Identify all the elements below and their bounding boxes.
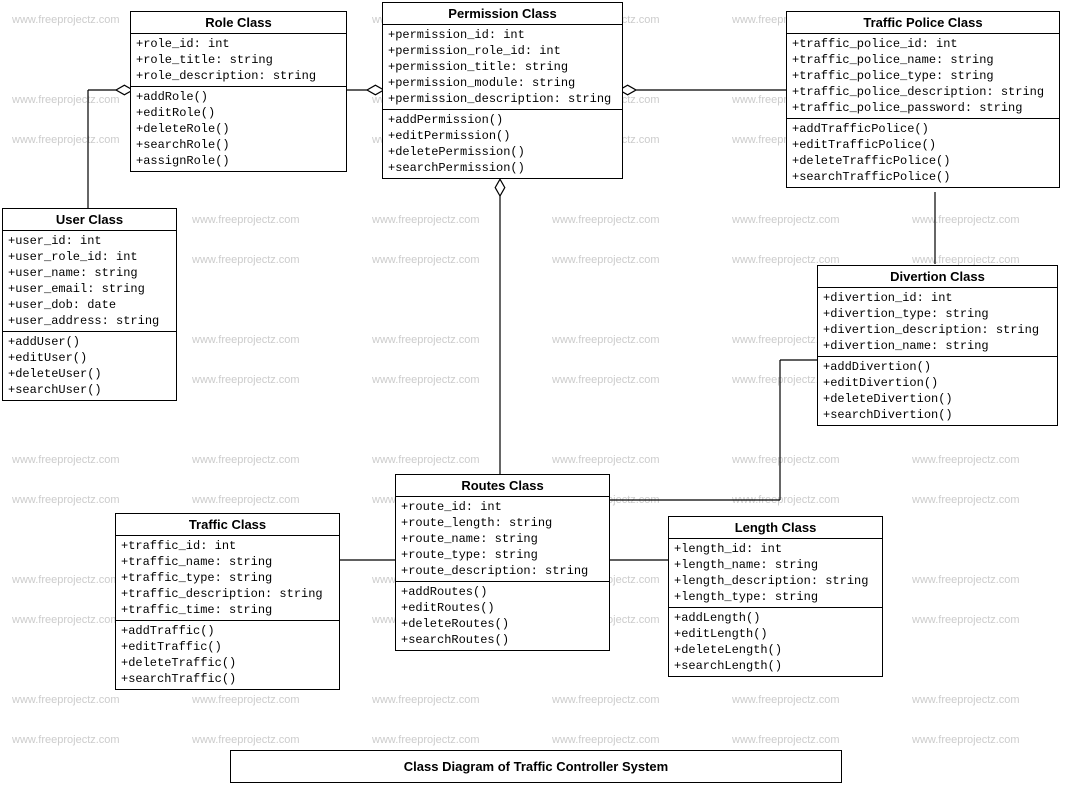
watermark-text: www.freeprojectz.com xyxy=(12,454,120,466)
class-methods: +addRole()+editRole()+deleteRole()+searc… xyxy=(131,87,346,171)
class-title: Traffic Police Class xyxy=(787,12,1059,34)
watermark-text: www.freeprojectz.com xyxy=(732,694,840,706)
class-length: Length Class +length_id: int+length_name… xyxy=(668,516,883,677)
class-methods: +addPermission()+editPermission()+delete… xyxy=(383,110,622,178)
watermark-text: www.freeprojectz.com xyxy=(12,694,120,706)
class-attributes: +user_id: int+user_role_id: int+user_nam… xyxy=(3,231,176,332)
watermark-text: www.freeprojectz.com xyxy=(372,254,480,266)
class-attributes: +route_id: int+route_length: string+rout… xyxy=(396,497,609,582)
class-user: User Class +user_id: int+user_role_id: i… xyxy=(2,208,177,401)
watermark-text: www.freeprojectz.com xyxy=(192,494,300,506)
class-attributes: +traffic_id: int+traffic_name: string+tr… xyxy=(116,536,339,621)
class-attributes: +permission_id: int+permission_role_id: … xyxy=(383,25,622,110)
diagram-caption: Class Diagram of Traffic Controller Syst… xyxy=(230,750,842,783)
watermark-text: www.freeprojectz.com xyxy=(912,694,1020,706)
watermark-text: www.freeprojectz.com xyxy=(12,134,120,146)
watermark-text: www.freeprojectz.com xyxy=(372,214,480,226)
watermark-text: www.freeprojectz.com xyxy=(552,334,660,346)
watermark-text: www.freeprojectz.com xyxy=(552,214,660,226)
watermark-text: www.freeprojectz.com xyxy=(12,14,120,26)
class-trafficpolice: Traffic Police Class +traffic_police_id:… xyxy=(786,11,1060,188)
watermark-text: www.freeprojectz.com xyxy=(372,334,480,346)
watermark-text: www.freeprojectz.com xyxy=(12,94,120,106)
watermark-text: www.freeprojectz.com xyxy=(12,494,120,506)
watermark-text: www.freeprojectz.com xyxy=(552,454,660,466)
watermark-text: www.freeprojectz.com xyxy=(12,574,120,586)
class-role: Role Class +role_id: int+role_title: str… xyxy=(130,11,347,172)
watermark-text: www.freeprojectz.com xyxy=(372,374,480,386)
watermark-text: www.freeprojectz.com xyxy=(912,574,1020,586)
watermark-text: www.freeprojectz.com xyxy=(552,254,660,266)
class-attributes: +divertion_id: int+divertion_type: strin… xyxy=(818,288,1057,357)
class-title: User Class xyxy=(3,209,176,231)
watermark-text: www.freeprojectz.com xyxy=(912,214,1020,226)
watermark-text: www.freeprojectz.com xyxy=(372,454,480,466)
watermark-text: www.freeprojectz.com xyxy=(732,494,840,506)
class-attributes: +length_id: int+length_name: string+leng… xyxy=(669,539,882,608)
class-attributes: +traffic_police_id: int+traffic_police_n… xyxy=(787,34,1059,119)
class-methods: +addTraffic()+editTraffic()+deleteTraffi… xyxy=(116,621,339,689)
watermark-text: www.freeprojectz.com xyxy=(12,734,120,746)
watermark-text: www.freeprojectz.com xyxy=(192,254,300,266)
class-attributes: +role_id: int+role_title: string+role_de… xyxy=(131,34,346,87)
class-title: Divertion Class xyxy=(818,266,1057,288)
class-methods: +addUser()+editUser()+deleteUser()+searc… xyxy=(3,332,176,400)
watermark-text: www.freeprojectz.com xyxy=(732,214,840,226)
class-permission: Permission Class +permission_id: int+per… xyxy=(382,2,623,179)
watermark-text: www.freeprojectz.com xyxy=(192,374,300,386)
class-title: Permission Class xyxy=(383,3,622,25)
class-routes: Routes Class +route_id: int+route_length… xyxy=(395,474,610,651)
watermark-text: www.freeprojectz.com xyxy=(912,494,1020,506)
watermark-text: www.freeprojectz.com xyxy=(192,454,300,466)
watermark-text: www.freeprojectz.com xyxy=(372,694,480,706)
watermark-text: www.freeprojectz.com xyxy=(912,454,1020,466)
watermark-text: www.freeprojectz.com xyxy=(912,614,1020,626)
class-divertion: Divertion Class +divertion_id: int+diver… xyxy=(817,265,1058,426)
watermark-text: www.freeprojectz.com xyxy=(552,374,660,386)
watermark-text: www.freeprojectz.com xyxy=(12,614,120,626)
class-title: Role Class xyxy=(131,12,346,34)
watermark-text: www.freeprojectz.com xyxy=(192,334,300,346)
watermark-text: www.freeprojectz.com xyxy=(192,734,300,746)
watermark-text: www.freeprojectz.com xyxy=(192,694,300,706)
class-methods: +addDivertion()+editDivertion()+deleteDi… xyxy=(818,357,1057,425)
watermark-text: www.freeprojectz.com xyxy=(912,734,1020,746)
watermark-text: www.freeprojectz.com xyxy=(552,694,660,706)
class-title: Length Class xyxy=(669,517,882,539)
class-title: Routes Class xyxy=(396,475,609,497)
watermark-text: www.freeprojectz.com xyxy=(732,454,840,466)
class-methods: +addRoutes()+editRoutes()+deleteRoutes()… xyxy=(396,582,609,650)
watermark-text: www.freeprojectz.com xyxy=(192,214,300,226)
watermark-text: www.freeprojectz.com xyxy=(732,734,840,746)
watermark-text: www.freeprojectz.com xyxy=(372,734,480,746)
class-methods: +addLength()+editLength()+deleteLength()… xyxy=(669,608,882,676)
class-traffic: Traffic Class +traffic_id: int+traffic_n… xyxy=(115,513,340,690)
class-methods: +addTrafficPolice()+editTrafficPolice()+… xyxy=(787,119,1059,187)
watermark-text: www.freeprojectz.com xyxy=(552,734,660,746)
class-title: Traffic Class xyxy=(116,514,339,536)
